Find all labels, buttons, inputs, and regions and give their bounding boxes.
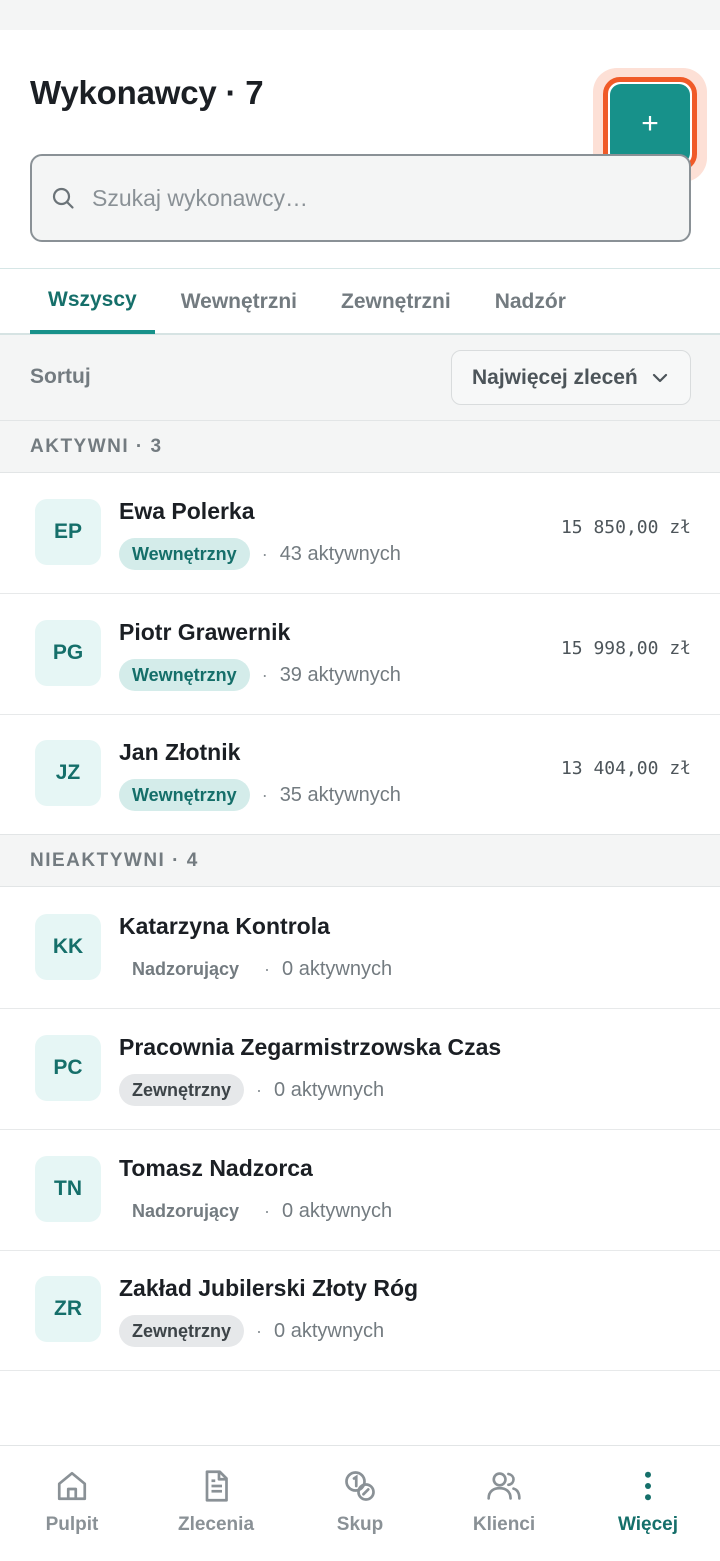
- page-title: Wykonawcy · 7: [30, 74, 264, 111]
- plus-icon: +: [610, 84, 690, 164]
- avatar: ZR: [35, 1276, 101, 1342]
- contractor-name: Pracownia Zegarmistrzowska Czas: [119, 1034, 502, 1060]
- active-count: 0 aktywnych: [282, 1199, 393, 1222]
- section-header-inactive: NIEAKTYWNI · 4: [0, 834, 720, 887]
- users-icon: [484, 1466, 524, 1506]
- nav-item-orders[interactable]: Zlecenia: [144, 1446, 288, 1561]
- type-badge: Wewnętrzny: [119, 659, 250, 691]
- nav-item-purchase[interactable]: Skup: [288, 1446, 432, 1561]
- chevron-down-icon: [650, 368, 670, 388]
- active-count: 0 aktywnych: [282, 957, 393, 980]
- contractor-name: Jan Złotnik: [119, 739, 241, 765]
- search-input[interactable]: [92, 184, 652, 212]
- separator-dot: ·: [264, 958, 271, 979]
- contractor-row[interactable]: TN Tomasz Nadzorca Nadzorujący · 0 aktyw…: [0, 1130, 720, 1251]
- contractor-name: Zakład Jubilerski Złoty Róg: [119, 1275, 419, 1301]
- type-badge: Wewnętrzny: [119, 538, 250, 570]
- separator-dot: ·: [264, 1200, 271, 1221]
- contractor-name: Ewa Polerka: [119, 498, 255, 524]
- contractor-row[interactable]: PC Pracownia Zegarmistrzowska Czas Zewnę…: [0, 1009, 720, 1130]
- type-badge: Zewnętrzny: [119, 1074, 245, 1106]
- amount: 15 998,00 zł: [560, 638, 691, 659]
- avatar: PG: [35, 620, 101, 686]
- document-icon: [196, 1466, 236, 1506]
- separator-dot: ·: [256, 1079, 263, 1100]
- sort-dropdown[interactable]: Najwięcej zleceń: [451, 350, 691, 405]
- separator-dot: ·: [261, 543, 268, 564]
- contractor-row[interactable]: PG Piotr Grawernik Wewnętrzny · 39 aktyw…: [0, 594, 720, 715]
- contractor-row[interactable]: JZ Jan Złotnik Wewnętrzny · 35 aktywnych…: [0, 714, 720, 835]
- separator-dot: ·: [261, 784, 268, 805]
- avatar: TN: [35, 1156, 101, 1222]
- filter-tabs: Wszyscy Wewnętrzni Zewnętrzni Nadzór: [0, 268, 720, 335]
- contractor-row[interactable]: ZR Zakład Jubilerski Złoty Róg Zewnętrzn…: [0, 1250, 720, 1371]
- tab-all[interactable]: Wszyscy: [30, 269, 155, 334]
- tab-supervision[interactable]: Nadzór: [477, 269, 584, 334]
- active-count: 43 aktywnych: [279, 542, 401, 565]
- avatar: EP: [35, 499, 101, 565]
- nav-label: Pulpit: [45, 1514, 99, 1535]
- amount: 15 850,00 zł: [560, 517, 691, 538]
- avatar: KK: [35, 914, 101, 980]
- type-badge: Nadzorujący: [132, 958, 240, 979]
- header: Wykonawcy · 7 +: [0, 30, 720, 182]
- tab-internal[interactable]: Wewnętrzni: [163, 269, 315, 334]
- status-bar: [0, 0, 720, 30]
- type-badge: Nadzorujący: [132, 1200, 240, 1221]
- search-box[interactable]: [30, 154, 691, 242]
- section-header-active: AKTYWNI · 3: [0, 420, 720, 473]
- tab-external[interactable]: Zewnętrzni: [323, 269, 469, 334]
- contractor-row[interactable]: EP Ewa Polerka Wewnętrzny · 43 aktywnych…: [0, 473, 720, 594]
- sort-label: Sortuj: [30, 365, 91, 388]
- nav-label: Zlecenia: [177, 1514, 255, 1535]
- contractor-name: Katarzyna Kontrola: [119, 913, 330, 939]
- contractor-name: Piotr Grawernik: [119, 619, 291, 645]
- contractor-row[interactable]: KK Katarzyna Kontrola Nadzorujący · 0 ak…: [0, 888, 720, 1009]
- separator-dot: ·: [256, 1320, 263, 1341]
- sort-value: Najwięcej zleceń: [472, 365, 638, 389]
- nav-item-clients[interactable]: Klienci: [432, 1446, 576, 1561]
- bottom-nav: Pulpit Zlecenia Skup Klienci Więcej: [0, 1445, 720, 1561]
- separator-dot: ·: [261, 664, 268, 685]
- type-badge: Zewnętrzny: [119, 1315, 245, 1347]
- search-icon: [50, 185, 76, 211]
- active-count: 35 aktywnych: [279, 783, 401, 806]
- nav-label: Skup: [336, 1514, 384, 1535]
- active-count: 39 aktywnych: [279, 663, 401, 686]
- coins-icon: [340, 1466, 380, 1506]
- nav-label: Klienci: [472, 1514, 536, 1535]
- nav-item-dashboard[interactable]: Pulpit: [0, 1446, 144, 1561]
- sort-bar: Sortuj Najwięcej zleceń: [0, 335, 720, 421]
- type-badge: Wewnętrzny: [119, 779, 250, 811]
- active-count: 0 aktywnych: [274, 1078, 385, 1101]
- active-count: 0 aktywnych: [274, 1319, 385, 1342]
- nav-label: Więcej: [617, 1514, 679, 1535]
- contractor-name: Tomasz Nadzorca: [119, 1155, 313, 1181]
- amount: 13 404,00 zł: [560, 758, 691, 779]
- nav-item-more[interactable]: Więcej: [576, 1446, 720, 1561]
- more-vertical-icon: [628, 1466, 668, 1506]
- avatar: JZ: [35, 740, 101, 806]
- avatar: PC: [35, 1035, 101, 1101]
- home-icon: [52, 1466, 92, 1506]
